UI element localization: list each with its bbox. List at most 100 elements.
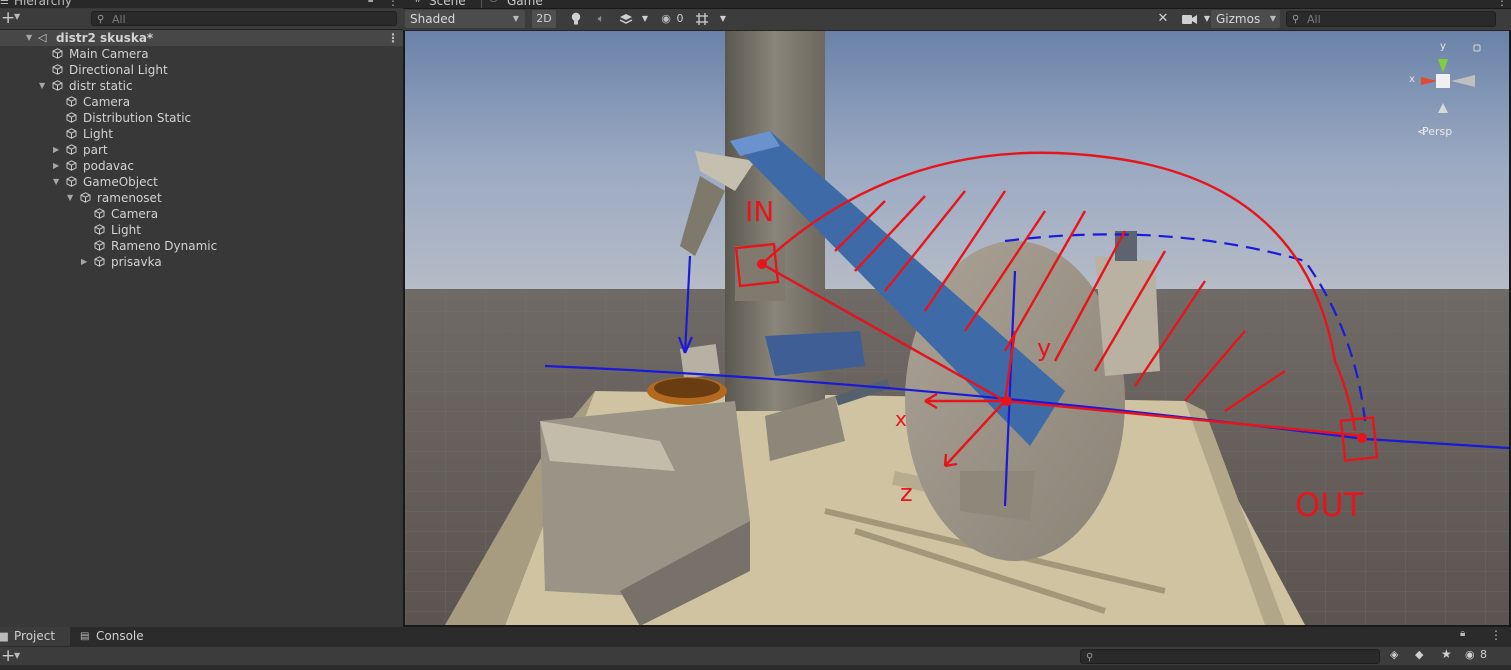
- hierarchy-item[interactable]: Directional Light: [0, 62, 403, 78]
- gamepad-icon: ⚇: [489, 0, 498, 5]
- scene-viewport[interactable]: IN OUT x y z y x Persp <: [405, 31, 1509, 625]
- lock-icon[interactable]: 🔒︎: [368, 0, 373, 5]
- scene-name: distr2 skuska*: [56, 31, 154, 45]
- project-search-input[interactable]: ⚲: [1080, 649, 1380, 664]
- tab-console-label: Console: [96, 629, 144, 643]
- tab-game[interactable]: Game: [507, 0, 543, 8]
- lighting-toggle-icon[interactable]: [566, 10, 586, 28]
- shading-mode-value: Shaded: [410, 12, 456, 26]
- gizmo-y-label: y: [1440, 41, 1446, 52]
- hierarchy-item[interactable]: ▼ ramenoset: [0, 190, 403, 206]
- hierarchy-item-label: Camera: [111, 207, 159, 221]
- hierarchy-toolbar: + ▼ ⚲ All: [0, 9, 403, 30]
- expand-arrow-icon[interactable]: ▼: [39, 78, 45, 94]
- tab-scene[interactable]: Scene: [429, 0, 466, 8]
- chevron-down-icon[interactable]: ▼: [14, 12, 20, 21]
- pivot-marker: [1002, 396, 1012, 406]
- camera-settings-icon[interactable]: [1179, 10, 1201, 28]
- scene-search-input[interactable]: ⚲ All: [1286, 11, 1496, 27]
- hierarchy-item[interactable]: ▶ part: [0, 142, 403, 158]
- hierarchy-item-label: Distribution Static: [83, 111, 192, 125]
- projection-label[interactable]: Persp: [1422, 125, 1452, 138]
- workpiece-hole: [654, 378, 720, 398]
- hierarchy-item[interactable]: Light: [0, 222, 403, 238]
- projection-arrow-icon: <: [1417, 125, 1426, 138]
- hierarchy-item[interactable]: ▶ prisavka: [0, 254, 403, 270]
- hierarchy-item[interactable]: Camera: [0, 94, 403, 110]
- hierarchy-tab-bar: ☰ Hierarchy 🔒︎ ⋮: [0, 0, 403, 8]
- collapse-arrow-icon[interactable]: ▶: [81, 254, 87, 270]
- hierarchy-item-label: podavac: [83, 159, 134, 173]
- gameobject-cube-icon: [66, 160, 77, 171]
- effects-layers-icon[interactable]: [616, 10, 636, 28]
- audio-toggle-icon[interactable]: 🔈︎: [591, 10, 611, 28]
- gizmos-dropdown[interactable]: Gizmos ▼: [1211, 10, 1280, 28]
- scene-more-icon[interactable]: ⋮: [387, 30, 399, 46]
- search-by-type-icon[interactable]: ◈: [1390, 648, 1398, 661]
- grid-dropdown-icon[interactable]: ▼: [717, 10, 729, 28]
- grid-toggle-icon[interactable]: [692, 10, 712, 28]
- hierarchy-tab[interactable]: Hierarchy: [14, 0, 72, 8]
- chevron-down-icon: ▼: [1269, 14, 1276, 23]
- scene-toolbar: Shaded ▼ 2D 🔈︎ ▼ ◉ 0 ▼ ✕ ▼ Gizmos ▼ ⚲ Al…: [403, 9, 1511, 31]
- hierarchy-item-label: prisavka: [111, 255, 162, 269]
- scene-tab-bar: # Scene ⚇ Game ⋮: [403, 0, 1511, 8]
- bottom-more-icon[interactable]: ⋮: [1490, 628, 1502, 642]
- chevron-down-icon: ▼: [512, 14, 519, 23]
- hierarchy-item[interactable]: ▶ podavac: [0, 158, 403, 174]
- hierarchy-item[interactable]: ▼ GameObject: [0, 174, 403, 190]
- hierarchy-item-label: ramenoset: [97, 191, 162, 205]
- hierarchy-item[interactable]: ▼ distr static: [0, 78, 403, 94]
- favorite-star-icon[interactable]: ★: [1441, 647, 1452, 661]
- tab-divider: [481, 0, 482, 8]
- gameobject-cube-icon: [66, 112, 77, 123]
- collapse-arrow-icon[interactable]: ▶: [53, 158, 59, 174]
- console-icon: ▤: [80, 631, 90, 642]
- label-tag-icon[interactable]: ◆: [1415, 648, 1423, 661]
- axis-x-label: x: [895, 407, 907, 431]
- shading-mode-dropdown[interactable]: Shaded ▼: [405, 10, 525, 28]
- gameobject-cube-icon: [66, 176, 77, 187]
- in-label: IN: [745, 195, 774, 228]
- hidden-packages-eye-icon[interactable]: ◉: [1465, 648, 1475, 661]
- hierarchy-item[interactable]: Distribution Static: [0, 110, 403, 126]
- list-icon: ☰: [0, 0, 9, 7]
- collapse-arrow-icon[interactable]: ▶: [53, 142, 59, 158]
- hidden-objects-eye-icon[interactable]: ◉: [656, 10, 676, 28]
- scene-row[interactable]: ▼ ◁ distr2 skuska* ⋮: [0, 30, 403, 46]
- hidden-objects-count: 0: [676, 12, 684, 25]
- hierarchy-item-label: distr static: [69, 79, 133, 93]
- gameobject-cube-icon: [94, 208, 105, 219]
- search-icon: ⚲: [1292, 14, 1300, 25]
- search-icon: ⚲: [97, 14, 105, 25]
- more-menu-icon[interactable]: ⋮: [387, 0, 399, 8]
- hierarchy-item[interactable]: Main Camera: [0, 46, 403, 62]
- effects-dropdown-icon[interactable]: ▼: [640, 10, 650, 28]
- tools-wrench-icon[interactable]: ✕: [1153, 10, 1173, 28]
- bottom-lock-icon[interactable]: 🔒︎: [1460, 628, 1465, 639]
- gameobject-cube-icon: [66, 96, 77, 107]
- expand-arrow-icon[interactable]: ▼: [53, 174, 59, 190]
- tab-project[interactable]: ▆ Project: [0, 627, 70, 646]
- out-point-marker: [1357, 433, 1367, 443]
- gameobject-cube-icon: [52, 80, 63, 91]
- hierarchy-search-placeholder: All: [112, 13, 126, 26]
- scene-more-menu-icon[interactable]: ⋮: [1496, 0, 1508, 8]
- search-icon: ⚲: [1086, 652, 1094, 663]
- axis-z-label: z: [900, 479, 913, 507]
- hierarchy-item[interactable]: Light: [0, 126, 403, 142]
- expand-arrow-icon[interactable]: ▼: [26, 30, 32, 46]
- chevron-down-icon[interactable]: ▼: [14, 651, 20, 660]
- hierarchy-search-input[interactable]: ⚲ All: [91, 11, 397, 26]
- hierarchy-item[interactable]: Rameno Dynamic: [0, 238, 403, 254]
- axis-y-label: y: [1037, 334, 1051, 362]
- tab-console[interactable]: ▤ Console: [80, 627, 160, 646]
- scene-render[interactable]: IN OUT x y z y x Persp <: [405, 31, 1509, 625]
- hierarchy-item[interactable]: Camera: [0, 206, 403, 222]
- gizmo-center-cube[interactable]: [1436, 74, 1450, 88]
- expand-arrow-icon[interactable]: ▼: [67, 190, 73, 206]
- gameobject-cube-icon: [52, 48, 63, 59]
- toggle-2d-button[interactable]: 2D: [532, 10, 556, 28]
- project-toolbar: + ▼ ⚲ ◈ ◆ ★ ◉ 8: [0, 647, 1511, 665]
- hierarchy-panel: ☰ Hierarchy 🔒︎ ⋮ + ▼ ⚲ All ▼ ◁ distr2 sk…: [0, 0, 403, 627]
